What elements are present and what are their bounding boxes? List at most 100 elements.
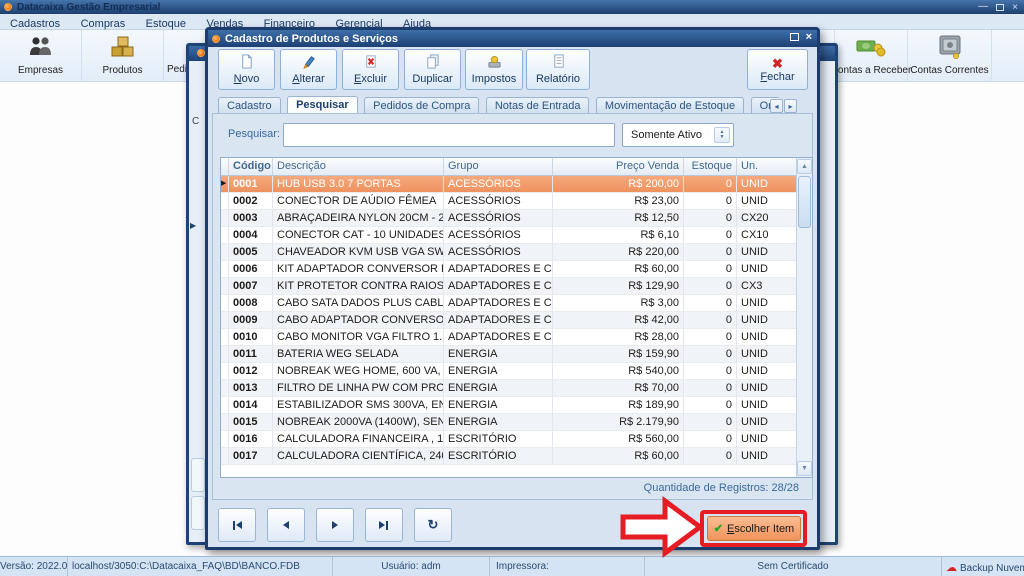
fechar-button[interactable]: ✖ Fechar xyxy=(747,49,808,90)
previous-record-button[interactable] xyxy=(267,508,305,542)
column-header-preco-venda[interactable]: Preço Venda xyxy=(553,158,684,175)
relatorio-button[interactable]: Relatório xyxy=(526,49,590,90)
dialog-title: Cadastro de Produtos e Serviços xyxy=(225,33,398,45)
cell-estoque: 0 xyxy=(684,329,737,345)
cell-estoque: 0 xyxy=(684,448,737,464)
cell-un: UNID xyxy=(737,346,796,362)
table-row[interactable]: 0017CALCULADORA CIENTÍFICA, 240 FUNÇESCR… xyxy=(221,448,796,465)
cell-preco-venda: R$ 560,00 xyxy=(553,431,684,447)
cell-codigo: 0014 xyxy=(229,397,273,413)
restore-icon[interactable] xyxy=(996,4,1004,11)
refresh-button[interactable]: ↻ xyxy=(414,508,452,542)
scroll-up-icon[interactable]: ▲ xyxy=(797,159,812,174)
column-header-estoque[interactable]: Estoque xyxy=(684,158,737,175)
table-row[interactable]: 0011BATERIA WEG SELADAENERGIAR$ 159,900U… xyxy=(221,346,796,363)
toolbar-produtos-button[interactable]: Produtos xyxy=(82,30,164,81)
column-header-descricao[interactable]: Descrição xyxy=(273,158,444,175)
maximize-icon[interactable] xyxy=(790,33,799,41)
cell-codigo: 0002 xyxy=(229,193,273,209)
menu-cadastros[interactable]: Cadastros xyxy=(2,17,68,30)
tab-scroll-left-icon[interactable]: ◂ xyxy=(770,99,783,113)
tab-scroll-right-icon[interactable]: ▸ xyxy=(784,99,797,113)
cell-codigo: 0011 xyxy=(229,346,273,362)
status-user: Usuário: adm xyxy=(333,557,490,576)
cell-estoque: 0 xyxy=(684,176,737,192)
edit-pencil-icon xyxy=(301,54,316,72)
toolbar-empresas-button[interactable]: Empresas xyxy=(0,30,82,81)
delete-page-icon xyxy=(363,54,378,72)
table-row[interactable]: 0014ESTABILIZADOR SMS 300VA, ENTRADENERG… xyxy=(221,397,796,414)
cell-preco-venda: R$ 159,90 xyxy=(553,346,684,362)
cell-preco-venda: R$ 12,50 xyxy=(553,210,684,226)
cell-estoque: 0 xyxy=(684,346,737,362)
tab-pedidos-de-compra[interactable]: Pedidos de Compra xyxy=(364,97,479,114)
dialog-tabs: Cadastro Pesquisar Pedidos de Compra Not… xyxy=(218,96,779,114)
search-input[interactable] xyxy=(283,123,615,147)
first-record-button[interactable] xyxy=(218,508,256,542)
minimize-icon[interactable]: — xyxy=(978,5,988,9)
menu-estoque[interactable]: Estoque xyxy=(138,17,194,30)
cell-descricao: NOBREAK WEG HOME, 600 VA, BIVOL xyxy=(273,363,444,379)
toolbar-contas-correntes-button[interactable]: Contas Correntes xyxy=(908,30,992,81)
table-row[interactable]: 0008CABO SATA DADOS PLUS CABLE 180º/ADAP… xyxy=(221,295,796,312)
table-row[interactable]: 0004CONECTOR CAT - 10 UNIDADESACESSÓRIOS… xyxy=(221,227,796,244)
scrollbar-thumb[interactable] xyxy=(798,176,811,228)
cell-estoque: 0 xyxy=(684,312,737,328)
menu-compras[interactable]: Compras xyxy=(73,17,134,30)
novo-button[interactable]: Novo xyxy=(218,49,275,90)
status-backup[interactable]: ☁Backup Nuvem xyxy=(942,557,1024,576)
app-icon xyxy=(212,35,220,43)
impostos-button[interactable]: Impostos xyxy=(465,49,523,90)
column-header-un[interactable]: Un. xyxy=(737,158,796,175)
filter-dropdown[interactable]: Somente Ativo ▲▼ xyxy=(622,123,734,147)
tab-notas-de-entrada[interactable]: Notas de Entrada xyxy=(486,97,590,114)
cell-descricao: CABO SATA DADOS PLUS CABLE 180º/ xyxy=(273,295,444,311)
table-row[interactable]: 0016CALCULADORA FINANCEIRA , 120 FUNESCR… xyxy=(221,431,796,448)
alterar-button[interactable]: Alterar xyxy=(280,49,337,90)
scroll-down-icon[interactable]: ▼ xyxy=(797,461,812,476)
table-row[interactable]: 0015NOBREAK 2000VA (1400W), SENOIDAENERG… xyxy=(221,414,796,431)
cell-grupo: ADAPTADORES E CABOS xyxy=(444,312,553,328)
cell-grupo: ESCRITÓRIO xyxy=(444,448,553,464)
row-indicator xyxy=(221,363,229,379)
spinner-icon[interactable]: ▲▼ xyxy=(714,127,730,143)
next-record-button[interactable] xyxy=(316,508,354,542)
table-row[interactable]: 0007KIT PROTETOR CONTRA RAIOS CLAMADAPTA… xyxy=(221,278,796,295)
last-record-button[interactable] xyxy=(365,508,403,542)
cell-estoque: 0 xyxy=(684,278,737,294)
cell-codigo: 0004 xyxy=(229,227,273,243)
table-row[interactable]: 0012NOBREAK WEG HOME, 600 VA, BIVOLENERG… xyxy=(221,363,796,380)
dialog-titlebar: Cadastro de Produtos e Serviços × xyxy=(208,30,817,47)
table-row[interactable]: 0005CHAVEADOR KVM USB VGA SWITCH FACESSÓ… xyxy=(221,244,796,261)
tab-pesquisar[interactable]: Pesquisar xyxy=(287,96,358,114)
cell-un: UNID xyxy=(737,380,796,396)
cell-preco-venda: R$ 2.179,90 xyxy=(553,414,684,430)
vertical-scrollbar[interactable]: ▲ ▼ xyxy=(796,158,812,477)
duplicar-button[interactable]: Duplicar xyxy=(404,49,461,90)
table-row[interactable]: 0010CABO MONITOR VGA FILTRO 1.5MADAPTADO… xyxy=(221,329,796,346)
column-header-codigo[interactable]: Código xyxy=(229,158,273,175)
cell-un: UNID xyxy=(737,244,796,260)
toolbar-contas-receber-button[interactable]: Contas a Receber xyxy=(834,30,908,81)
column-header-grupo[interactable]: Grupo xyxy=(444,158,553,175)
table-row[interactable]: 0002CONECTOR DE AÚDIO FÊMEAACESSÓRIOSR$ … xyxy=(221,193,796,210)
background-window-fragment: ▶ xyxy=(190,221,196,230)
row-indicator xyxy=(221,380,229,396)
cell-descricao: CONECTOR CAT - 10 UNIDADES xyxy=(273,227,444,243)
tab-movimentacao-de-estoque[interactable]: Movimentação de Estoque xyxy=(596,97,744,114)
cell-preco-venda: R$ 23,00 xyxy=(553,193,684,209)
table-row[interactable]: 0006KIT ADAPTADOR CONVERSOR F3, DISADAPT… xyxy=(221,261,796,278)
cell-preco-venda: R$ 42,00 xyxy=(553,312,684,328)
close-icon[interactable]: × xyxy=(806,32,812,42)
table-row[interactable]: 0001HUB USB 3.0 7 PORTASACESSÓRIOSR$ 200… xyxy=(221,176,796,193)
cell-un: UNID xyxy=(737,431,796,447)
excluir-button[interactable]: Excluir xyxy=(342,49,399,90)
cell-estoque: 0 xyxy=(684,363,737,379)
table-row[interactable]: 0013FILTRO DE LINHA PW COM PROTEÇÃENERGI… xyxy=(221,380,796,397)
cell-codigo: 0016 xyxy=(229,431,273,447)
table-row[interactable]: 0009CABO ADAPTADOR CONVERSOR F3, HADAPTA… xyxy=(221,312,796,329)
cell-preco-venda: R$ 540,00 xyxy=(553,363,684,379)
table-row[interactable]: 0003ABRAÇADEIRA NYLON 20CM - 20 UNIDACES… xyxy=(221,210,796,227)
tab-cadastro[interactable]: Cadastro xyxy=(218,97,281,114)
close-icon[interactable]: × xyxy=(1012,2,1018,13)
